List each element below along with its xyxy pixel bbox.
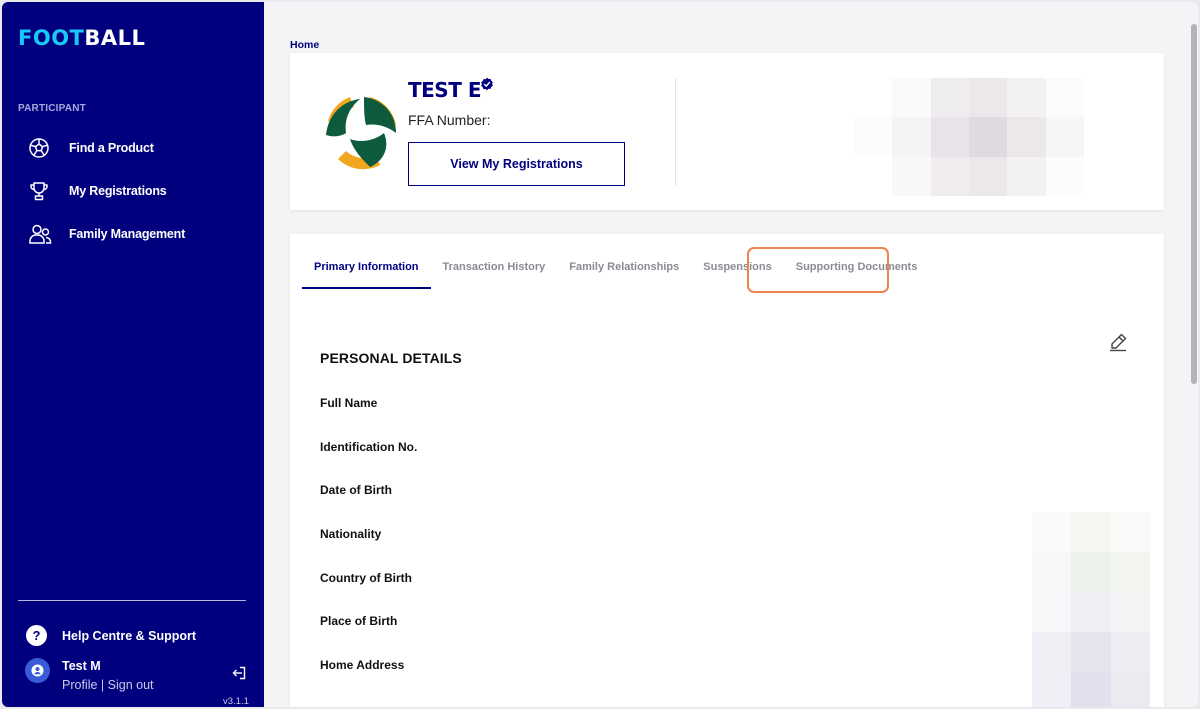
ffa-number-label: FFA Number: bbox=[408, 112, 491, 128]
sidebar-item-label: My Registrations bbox=[69, 184, 167, 198]
profile-card: TEST E FFA Number: View My Registrations bbox=[290, 53, 1164, 210]
participant-details-card: Primary Information Transaction History … bbox=[290, 234, 1164, 707]
view-my-registrations-button[interactable]: View My Registrations bbox=[408, 142, 625, 186]
tab-family-relationships[interactable]: Family Relationships bbox=[557, 255, 691, 289]
field-label-home-address: Home Address bbox=[320, 658, 405, 672]
tab-supporting-documents[interactable]: Supporting Documents bbox=[784, 255, 930, 289]
user-links: Profile | Sign out bbox=[62, 678, 154, 692]
version-label: v3.1.1 bbox=[223, 696, 249, 707]
verified-badge-icon bbox=[480, 77, 494, 96]
field-label-place-of-birth: Place of Birth bbox=[320, 614, 398, 628]
help-centre-link[interactable]: ? Help Centre & Support bbox=[26, 625, 196, 646]
trophy-icon bbox=[28, 179, 54, 203]
field-label-full-name: Full Name bbox=[320, 396, 378, 410]
field-label-date-of-birth: Date of Birth bbox=[320, 483, 392, 497]
football-icon bbox=[28, 136, 54, 160]
tab-suspensions[interactable]: Suspensions bbox=[691, 255, 783, 289]
scrollbar[interactable] bbox=[1191, 24, 1197, 384]
avatar[interactable] bbox=[25, 658, 50, 683]
people-icon bbox=[28, 222, 54, 246]
user-name: Test M bbox=[62, 659, 101, 673]
breadcrumb[interactable]: Home bbox=[290, 39, 319, 51]
field-label-identification-no: Identification No. bbox=[320, 440, 418, 454]
sidebar-item-find-a-product[interactable]: Find a Product bbox=[28, 136, 154, 160]
field-label-country-of-birth: Country of Birth bbox=[320, 571, 412, 585]
sidebar-section-label: PARTICIPANT bbox=[18, 103, 86, 114]
question-icon: ? bbox=[26, 625, 47, 646]
field-label-nationality: Nationality bbox=[320, 527, 382, 541]
football-australia-logo bbox=[320, 91, 402, 173]
sidebar: FOOTBALL PARTICIPANT Find a Product My R… bbox=[2, 2, 264, 707]
link-separator: | bbox=[97, 678, 108, 692]
redacted-image bbox=[1032, 512, 1150, 707]
personal-details-heading: PERSONAL DETAILS bbox=[320, 350, 462, 366]
participant-name: TEST E bbox=[408, 78, 481, 102]
sidebar-item-my-registrations[interactable]: My Registrations bbox=[28, 179, 167, 203]
sidebar-item-label: Family Management bbox=[69, 227, 186, 241]
profile-divider bbox=[675, 78, 676, 186]
tab-transaction-history[interactable]: Transaction History bbox=[431, 255, 558, 289]
help-label: Help Centre & Support bbox=[62, 628, 197, 643]
user-icon bbox=[31, 664, 44, 677]
sign-out-link[interactable]: Sign out bbox=[108, 678, 154, 692]
sidebar-item-family-management[interactable]: Family Management bbox=[28, 222, 185, 246]
sidebar-divider bbox=[18, 600, 246, 601]
tab-primary-information[interactable]: Primary Information bbox=[302, 255, 431, 289]
app-window: FOOTBALL PARTICIPANT Find a Product My R… bbox=[2, 2, 1198, 707]
tab-bar: Primary Information Transaction History … bbox=[302, 255, 929, 289]
edit-pencil-icon[interactable] bbox=[1107, 331, 1129, 358]
redacted-image bbox=[854, 78, 1084, 196]
sign-out-icon[interactable] bbox=[231, 665, 247, 686]
profile-link[interactable]: Profile bbox=[62, 678, 97, 692]
app-logo[interactable]: FOOTBALL bbox=[18, 26, 145, 50]
sidebar-item-label: Find a Product bbox=[69, 141, 154, 155]
